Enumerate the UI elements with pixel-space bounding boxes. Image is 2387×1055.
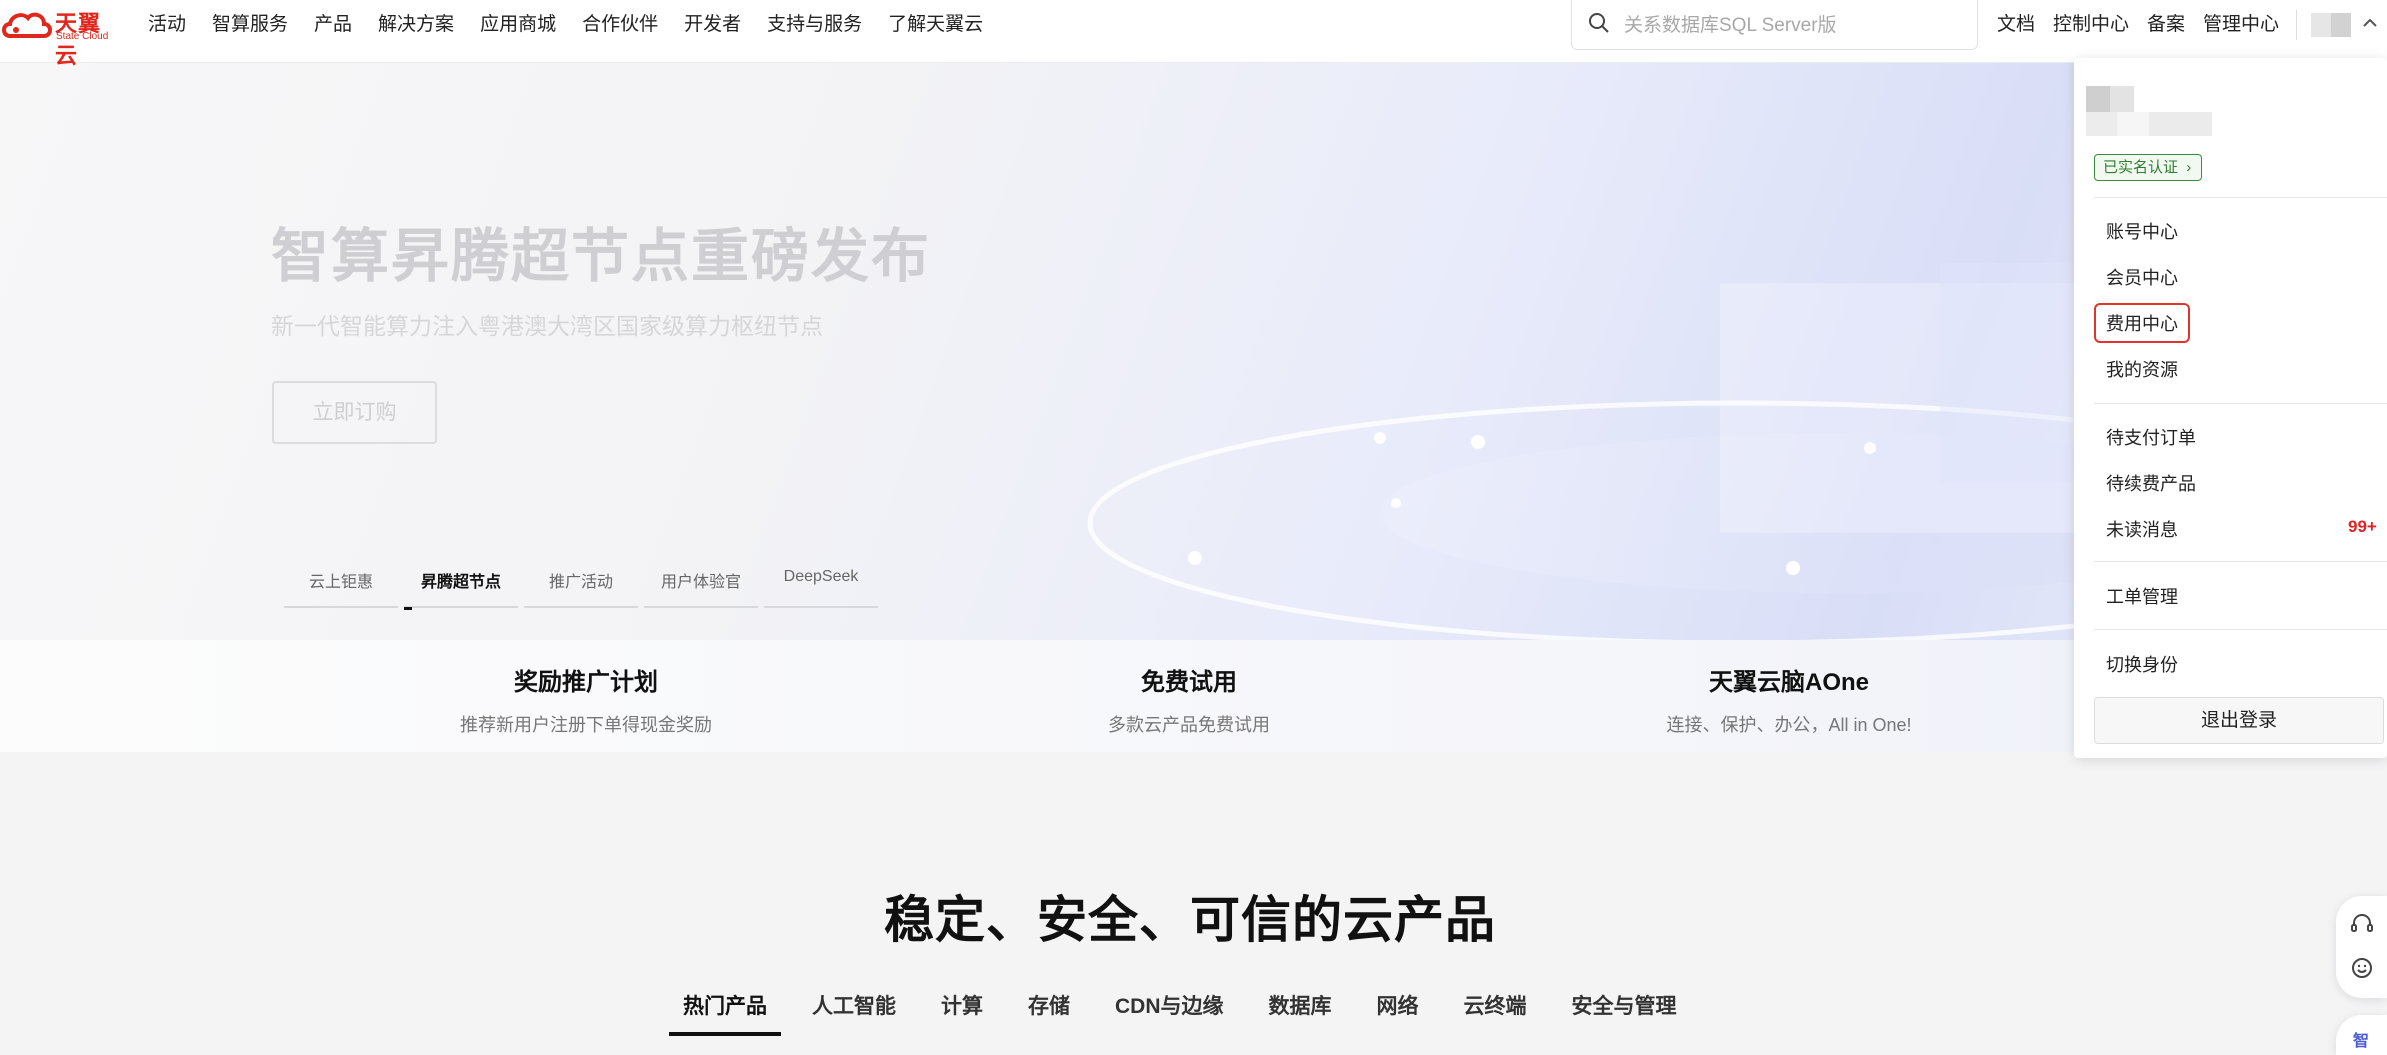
nav-item-products[interactable]: 产品 <box>314 9 352 36</box>
dropdown-username-blurred <box>2086 112 2212 136</box>
tab-security-management[interactable]: 安全与管理 <box>1572 990 1677 1020</box>
nav-item-about[interactable]: 了解天翼云 <box>888 9 983 36</box>
chevron-right-icon: › <box>2186 159 2192 176</box>
tab-compute[interactable]: 计算 <box>941 990 983 1020</box>
promo-strip: 奖励推广计划 推荐新用户注册下单得现金奖励 免费试用 多款云产品免费试用 天翼云… <box>0 640 2387 752</box>
nav-item-partners[interactable]: 合作伙伴 <box>582 9 658 36</box>
nav-item-activity[interactable]: 活动 <box>148 9 186 36</box>
user-dropdown-menu: 已实名认证 › 账号中心 会员中心 费用中心 我的资源 待支付订单 待续费产品 … <box>2074 58 2387 758</box>
floating-ai-assistant[interactable]: 智 <box>2336 1015 2387 1055</box>
floating-help-bar <box>2336 896 2387 998</box>
hero-banner: 智算昇腾超节点重磅发布 新一代智能算力注入粤港澳大湾区国家级算力枢纽节点 立即订… <box>0 63 2387 640</box>
menu-item-my-resources[interactable]: 我的资源 <box>2106 356 2178 382</box>
promo-description: 推荐新用户注册下单得现金奖励 <box>460 715 712 735</box>
search-icon <box>1589 13 1609 33</box>
tab-database[interactable]: 数据库 <box>1269 990 1332 1020</box>
tab-hot-products[interactable]: 热门产品 <box>669 990 781 1036</box>
promo-aone[interactable]: 天翼云脑AOne 连接、保护、办公，All in One! <box>1489 662 2089 737</box>
section-title: 稳定、安全、可信的云产品 <box>884 892 1496 948</box>
promo-description: 多款云产品免费试用 <box>1108 715 1270 735</box>
chevron-up-icon[interactable] <box>2363 18 2377 28</box>
verified-badge[interactable]: 已实名认证 › <box>2094 154 2203 181</box>
main-nav: 活动 智算服务 产品 解决方案 应用商城 合作伙伴 开发者 支持与服务 了解天翼… <box>148 9 1009 36</box>
avatar[interactable] <box>2311 13 2351 37</box>
link-filing[interactable]: 备案 <box>2147 9 2185 36</box>
hero-subtitle: 新一代智能算力注入粤港澳大湾区国家级算力枢纽节点 <box>271 313 823 339</box>
unread-count-badge: 99+ <box>2348 517 2377 536</box>
promo-title: 奖励推广计划 <box>514 669 658 696</box>
menu-item-account-center[interactable]: 账号中心 <box>2106 218 2178 244</box>
top-navigation-bar: 天翼云 State Cloud 活动 智算服务 产品 解决方案 应用商城 合作伙… <box>0 0 2387 68</box>
product-category-tabs: 热门产品 人工智能 计算 存储 CDN与边缘 数据库 网络 云终端 安全与管理 <box>669 990 1722 1036</box>
menu-item-member-center[interactable]: 会员中心 <box>2106 264 2178 290</box>
tab-storage[interactable]: 存储 <box>1028 990 1070 1020</box>
menu-item-pending-orders[interactable]: 待支付订单 <box>2106 424 2196 450</box>
promo-title: 天翼云脑AOne <box>1708 669 1869 696</box>
hero-tab-ascend-supernode[interactable]: 昇腾超节点 <box>404 568 518 610</box>
menu-item-renewals[interactable]: 待续费产品 <box>2106 470 2196 496</box>
promo-free-trial[interactable]: 免费试用 多款云产品免费试用 <box>889 662 1489 737</box>
link-console[interactable]: 控制中心 <box>2053 9 2129 36</box>
dropdown-avatar <box>2086 86 2134 112</box>
promo-description: 连接、保护、办公，All in One! <box>1666 715 1912 735</box>
site-logo[interactable]: 天翼云 State Cloud <box>0 4 120 68</box>
ai-assistant-label: 智 <box>2353 1033 2370 1050</box>
search-box[interactable]: 关系数据库SQL Server版 <box>1571 0 1978 50</box>
header-right-links: 文档 控制中心 备案 管理中心 <box>1997 9 2297 36</box>
search-input[interactable]: 关系数据库SQL Server版 <box>1624 10 1837 37</box>
menu-item-unread-messages[interactable]: 未读消息 <box>2106 516 2178 542</box>
tab-cloud-terminal[interactable]: 云终端 <box>1464 990 1527 1020</box>
tab-cdn-edge[interactable]: CDN与边缘 <box>1115 990 1224 1020</box>
cloud-logo-icon <box>2 12 52 38</box>
nav-item-developers[interactable]: 开发者 <box>684 9 741 36</box>
tab-network[interactable]: 网络 <box>1377 990 1419 1020</box>
nav-item-ai-compute[interactable]: 智算服务 <box>212 9 288 36</box>
smile-feedback-icon[interactable] <box>2350 956 2374 980</box>
logout-button[interactable]: 退出登录 <box>2094 697 2384 744</box>
hero-carousel-tabs: 云上钜惠 昇腾超节点 推广活动 用户体验官 DeepSeek <box>284 568 884 610</box>
promo-referral[interactable]: 奖励推广计划 推荐新用户注册下单得现金奖励 <box>286 662 886 737</box>
hero-title: 智算昇腾超节点重磅发布 <box>271 224 932 289</box>
headset-icon[interactable] <box>2350 912 2374 936</box>
user-menu-trigger[interactable] <box>2296 10 2387 40</box>
menu-item-switch-identity[interactable]: 切换身份 <box>2106 651 2178 677</box>
hero-tab-deepseek[interactable]: DeepSeek <box>764 568 878 608</box>
nav-item-support[interactable]: 支持与服务 <box>767 9 862 36</box>
nav-item-marketplace[interactable]: 应用商城 <box>480 9 556 36</box>
menu-divider <box>2094 403 2387 404</box>
menu-item-tickets[interactable]: 工单管理 <box>2106 583 2178 609</box>
order-now-button[interactable]: 立即订购 <box>272 381 437 444</box>
hero-tab-user-experience[interactable]: 用户体验官 <box>644 568 758 608</box>
brand-subtitle: State Cloud <box>56 31 109 42</box>
menu-item-billing-center[interactable]: 费用中心 <box>2094 303 2190 343</box>
menu-divider <box>2094 561 2387 562</box>
hero-tab-promotions[interactable]: 推广活动 <box>524 568 638 608</box>
menu-divider <box>2094 197 2387 198</box>
link-docs[interactable]: 文档 <box>1997 9 2035 36</box>
nav-item-solutions[interactable]: 解决方案 <box>378 9 454 36</box>
promo-title: 免费试用 <box>1141 669 1237 696</box>
tab-ai[interactable]: 人工智能 <box>812 990 896 1020</box>
verified-badge-label: 已实名认证 <box>2103 159 2179 176</box>
menu-divider <box>2094 629 2387 630</box>
link-management[interactable]: 管理中心 <box>2203 9 2279 36</box>
hero-tab-cloud-deals[interactable]: 云上钜惠 <box>284 568 398 608</box>
